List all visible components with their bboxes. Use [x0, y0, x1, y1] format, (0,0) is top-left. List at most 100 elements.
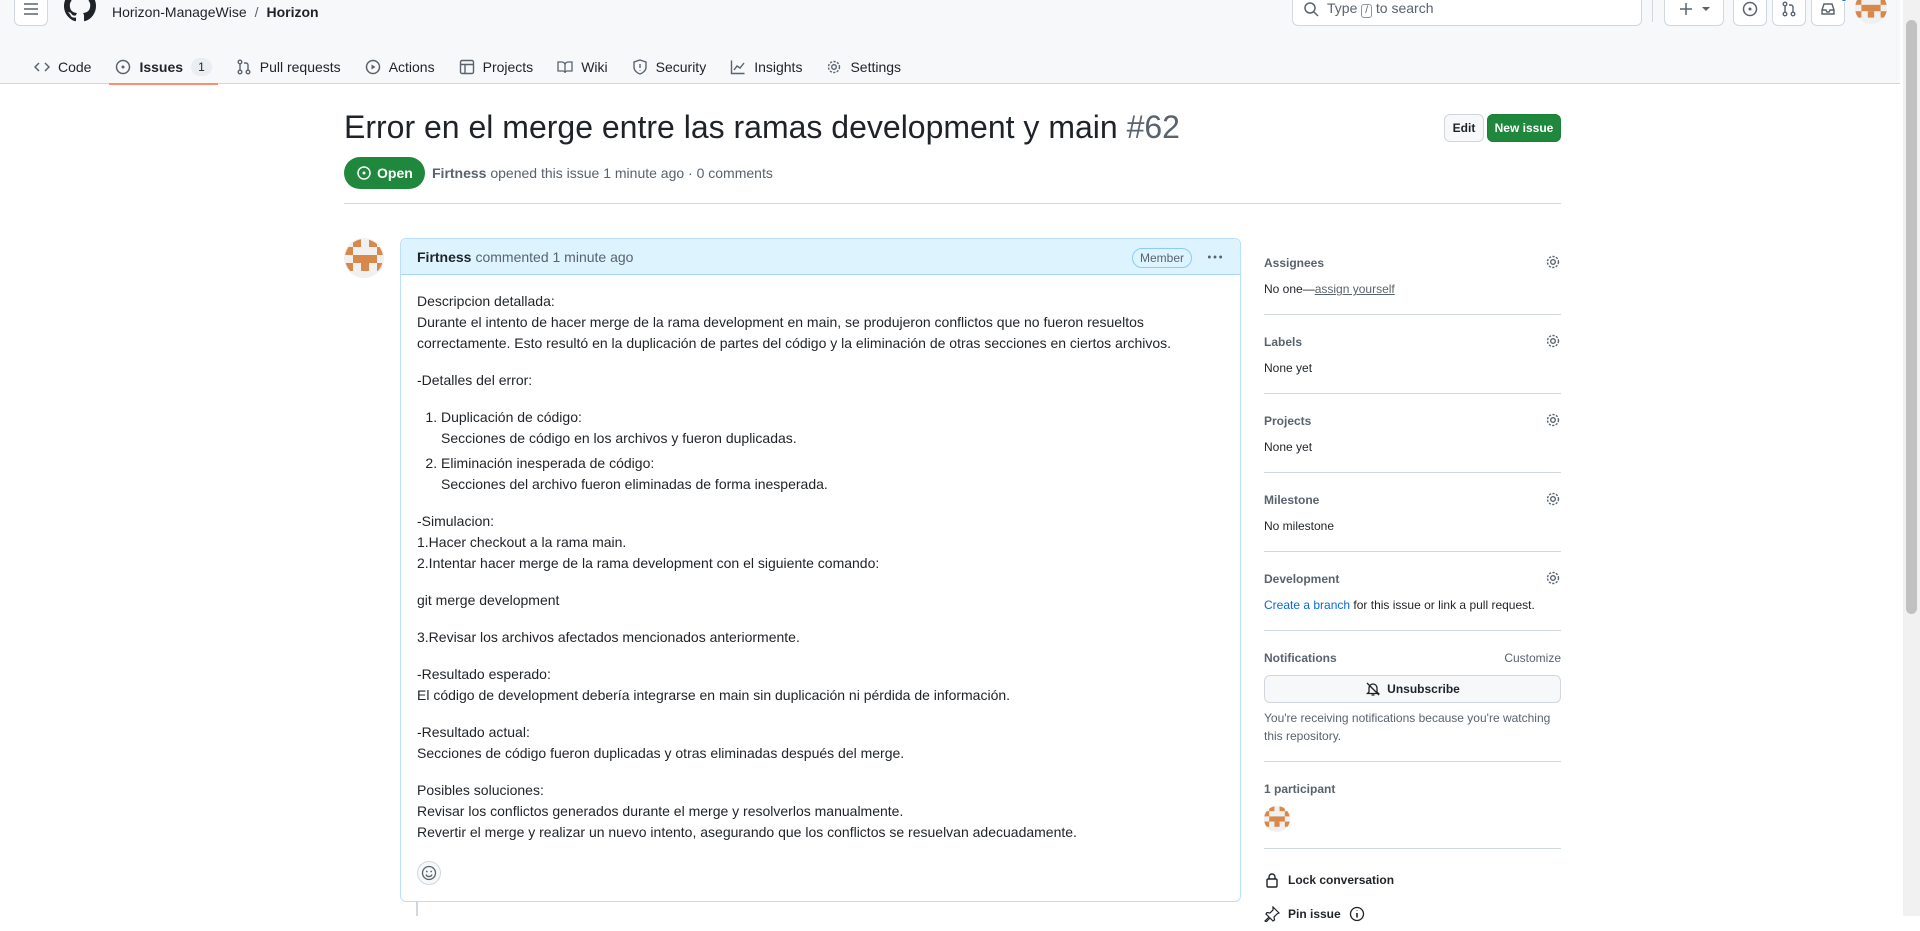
gear-icon: [828, 60, 841, 74]
comment-header: Firtness commented 1 minute ago Member: [401, 239, 1240, 275]
issue-sidebar: Assignees No one—assign yourself Labels …: [1264, 250, 1561, 931]
repo-tabs: Code Issues 1 Pull requests Actions Proj…: [22, 50, 913, 85]
gear-icon: [1546, 255, 1560, 269]
gear-icon: [1546, 334, 1560, 348]
pin-icon: [1264, 906, 1280, 922]
participants-section: 1 participant: [1264, 776, 1561, 849]
timeline-line: [416, 902, 418, 916]
status-label: Open: [377, 165, 413, 181]
owner-link[interactable]: Horizon-ManageWise: [112, 4, 247, 20]
tab-projects[interactable]: Projects: [447, 50, 546, 84]
tab-label: Pull requests: [259, 59, 341, 75]
create-branch-link[interactable]: Create a branch: [1264, 598, 1350, 612]
tab-label: Insights: [754, 59, 803, 75]
gear-icon: [1546, 413, 1560, 427]
pin-issue-button[interactable]: Pin issue: [1264, 897, 1561, 931]
labels-heading[interactable]: Labels: [1264, 335, 1561, 349]
labels-value: None yet: [1264, 361, 1313, 375]
customize-link[interactable]: Customize: [1504, 651, 1561, 665]
pull-requests-button[interactable]: [1772, 0, 1806, 26]
tab-code[interactable]: Code: [22, 50, 103, 84]
comment-options-button[interactable]: [1206, 248, 1224, 266]
assignees-heading[interactable]: Assignees: [1264, 256, 1561, 270]
breadcrumb-separator: /: [254, 4, 259, 20]
tab-label: Issues: [139, 59, 184, 75]
caret-down-icon: [1702, 7, 1710, 11]
participants-heading: 1 participant: [1264, 782, 1336, 796]
pull-request-icon: [237, 59, 251, 75]
menu-button[interactable]: [14, 0, 48, 26]
comment-time[interactable]: commented 1 minute ago: [475, 249, 633, 265]
book-icon: [557, 61, 573, 74]
command-paragraph: git merge development: [417, 592, 560, 608]
step-paragraph: 3.Revisar los archivos afectados mencion…: [417, 629, 800, 645]
issues-button[interactable]: [1733, 0, 1767, 26]
details-heading: -Detalles del error:: [417, 372, 533, 388]
play-icon: [365, 59, 380, 75]
tab-actions[interactable]: Actions: [353, 50, 447, 84]
breadcrumb: Horizon-ManageWise / Horizon: [112, 4, 319, 20]
inbox-icon: [1821, 3, 1835, 15]
repo-link[interactable]: Horizon: [267, 4, 319, 20]
comment-box: Firtness commented 1 minute ago Member D…: [400, 238, 1241, 902]
tab-settings[interactable]: Settings: [814, 50, 913, 84]
milestone-settings-button[interactable]: [1545, 491, 1561, 507]
member-badge: Member: [1131, 248, 1192, 268]
smiley-icon: [421, 865, 437, 881]
tab-label: Projects: [482, 59, 534, 75]
search-icon: [1304, 2, 1319, 17]
user-avatar[interactable]: [1855, 0, 1887, 24]
list-item: Eliminación inesperada de código:Seccion…: [441, 453, 1224, 495]
search-placeholder: Type / to search: [1327, 0, 1434, 18]
add-reaction-button[interactable]: [417, 861, 441, 885]
tab-insights[interactable]: Insights: [718, 50, 814, 84]
info-icon[interactable]: [1349, 906, 1365, 922]
issue-opened-icon: [1742, 1, 1758, 17]
create-new-button[interactable]: [1664, 0, 1724, 26]
top-header: Horizon-ManageWise / Horizon Type / to s…: [0, 0, 1900, 85]
actual-paragraph: -Resultado actual: Secciones de código fu…: [417, 724, 905, 761]
status-badge: Open: [344, 157, 425, 189]
graph-icon: [731, 60, 745, 75]
tab-label: Actions: [388, 59, 435, 75]
lock-conversation-button[interactable]: Lock conversation: [1264, 863, 1561, 897]
issue-title: Error en el merge entre las ramas develo…: [344, 109, 1180, 145]
development-heading[interactable]: Development: [1264, 572, 1561, 586]
table-icon: [459, 59, 474, 75]
labels-settings-button[interactable]: [1545, 333, 1561, 349]
comment-avatar[interactable]: [344, 238, 384, 278]
tab-label: Security: [655, 59, 707, 75]
notifications-section: Notifications Customize Unsubscribe You'r…: [1264, 645, 1561, 762]
issue-meta: Firtness opened this issue 1 minute ago …: [432, 165, 773, 181]
tab-pull-requests[interactable]: Pull requests: [224, 50, 353, 84]
search-input[interactable]: Type / to search: [1292, 0, 1642, 26]
notifications-heading: Notifications Customize: [1264, 651, 1561, 665]
scrollbar-thumb[interactable]: [1906, 20, 1917, 614]
edit-button[interactable]: Edit: [1444, 114, 1484, 142]
header-divider: [1652, 0, 1653, 22]
new-issue-button[interactable]: New issue: [1487, 114, 1561, 142]
comment-author-link[interactable]: Firtness: [417, 249, 471, 265]
issues-count-badge: 1: [191, 58, 212, 76]
milestone-heading[interactable]: Milestone: [1264, 493, 1561, 507]
development-settings-button[interactable]: [1545, 570, 1561, 586]
participant-avatar[interactable]: [1264, 806, 1290, 832]
pull-request-icon: [1782, 1, 1796, 17]
tab-label: Settings: [850, 59, 902, 75]
expected-paragraph: -Resultado esperado: El código de develop…: [417, 666, 1011, 703]
github-logo-icon[interactable]: [64, 0, 96, 22]
author-link[interactable]: Firtness: [432, 165, 486, 181]
tab-security[interactable]: Security: [620, 50, 719, 84]
assign-yourself-link[interactable]: assign yourself: [1315, 282, 1395, 296]
tab-issues[interactable]: Issues 1: [103, 50, 223, 85]
tab-wiki[interactable]: Wiki: [545, 50, 619, 84]
tab-label: Wiki: [581, 59, 608, 75]
unsubscribe-button[interactable]: Unsubscribe: [1264, 675, 1561, 703]
notifications-note: You're receiving notifications because y…: [1264, 711, 1551, 743]
projects-heading[interactable]: Projects: [1264, 414, 1561, 428]
assignees-section: Assignees No one—assign yourself: [1264, 250, 1561, 315]
assignees-settings-button[interactable]: [1545, 254, 1561, 270]
tab-label: Code: [58, 59, 92, 75]
projects-settings-button[interactable]: [1545, 412, 1561, 428]
inbox-button[interactable]: [1811, 0, 1845, 26]
